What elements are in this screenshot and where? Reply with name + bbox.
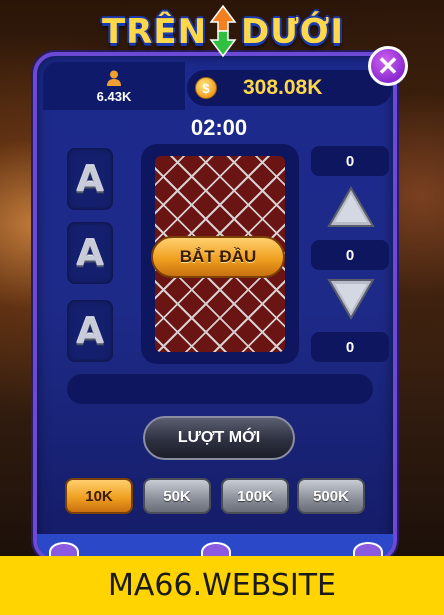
card-letter: A <box>76 232 104 274</box>
up-button[interactable] <box>325 184 377 230</box>
new-round-button[interactable]: LƯỢT MỚI <box>143 416 295 460</box>
close-button[interactable]: ✕ <box>368 46 408 86</box>
card-slot-2: A <box>67 222 113 284</box>
card-slot-3: A <box>67 300 113 362</box>
chip-10k[interactable]: 10K <box>65 478 133 514</box>
up-down-arrow-icon <box>209 4 237 58</box>
game-logo: TRÊN DƯỚI <box>88 4 358 60</box>
game-panel: 6.43K $ 308.08K 02:00 A A A BẮT ĐẦU 0 0 … <box>33 52 397 562</box>
bet-middle: 0 <box>311 240 389 270</box>
history-bar <box>67 374 373 404</box>
arrow-down-icon <box>327 279 375 320</box>
start-button[interactable]: BẮT ĐẦU <box>151 236 285 278</box>
chip-50k[interactable]: 50K <box>143 478 211 514</box>
close-icon: ✕ <box>377 50 399 81</box>
website-banner: MA66.WEBSITE <box>0 556 444 615</box>
card-slot-1: A <box>67 148 113 210</box>
logo-text-tren: TRÊN <box>101 12 208 52</box>
player-count: 6.43K <box>96 88 132 104</box>
arrow-up-icon <box>327 186 375 227</box>
balance-display: $ 308.08K <box>187 70 392 106</box>
chip-500k[interactable]: 500K <box>297 478 365 514</box>
user-icon <box>107 70 121 86</box>
balance-value: 308.08K <box>243 76 323 99</box>
countdown-timer: 02:00 <box>190 115 248 140</box>
card-letter: A <box>76 310 104 352</box>
down-button[interactable] <box>325 276 377 322</box>
bet-upper: 0 <box>311 146 389 176</box>
coin-icon: $ <box>195 77 217 99</box>
card-letter: A <box>76 158 104 200</box>
bet-lower: 0 <box>311 332 389 362</box>
chip-100k[interactable]: 100K <box>221 478 289 514</box>
logo-text-duoi: DƯỚI <box>241 12 345 52</box>
online-players: 6.43K <box>43 62 185 110</box>
